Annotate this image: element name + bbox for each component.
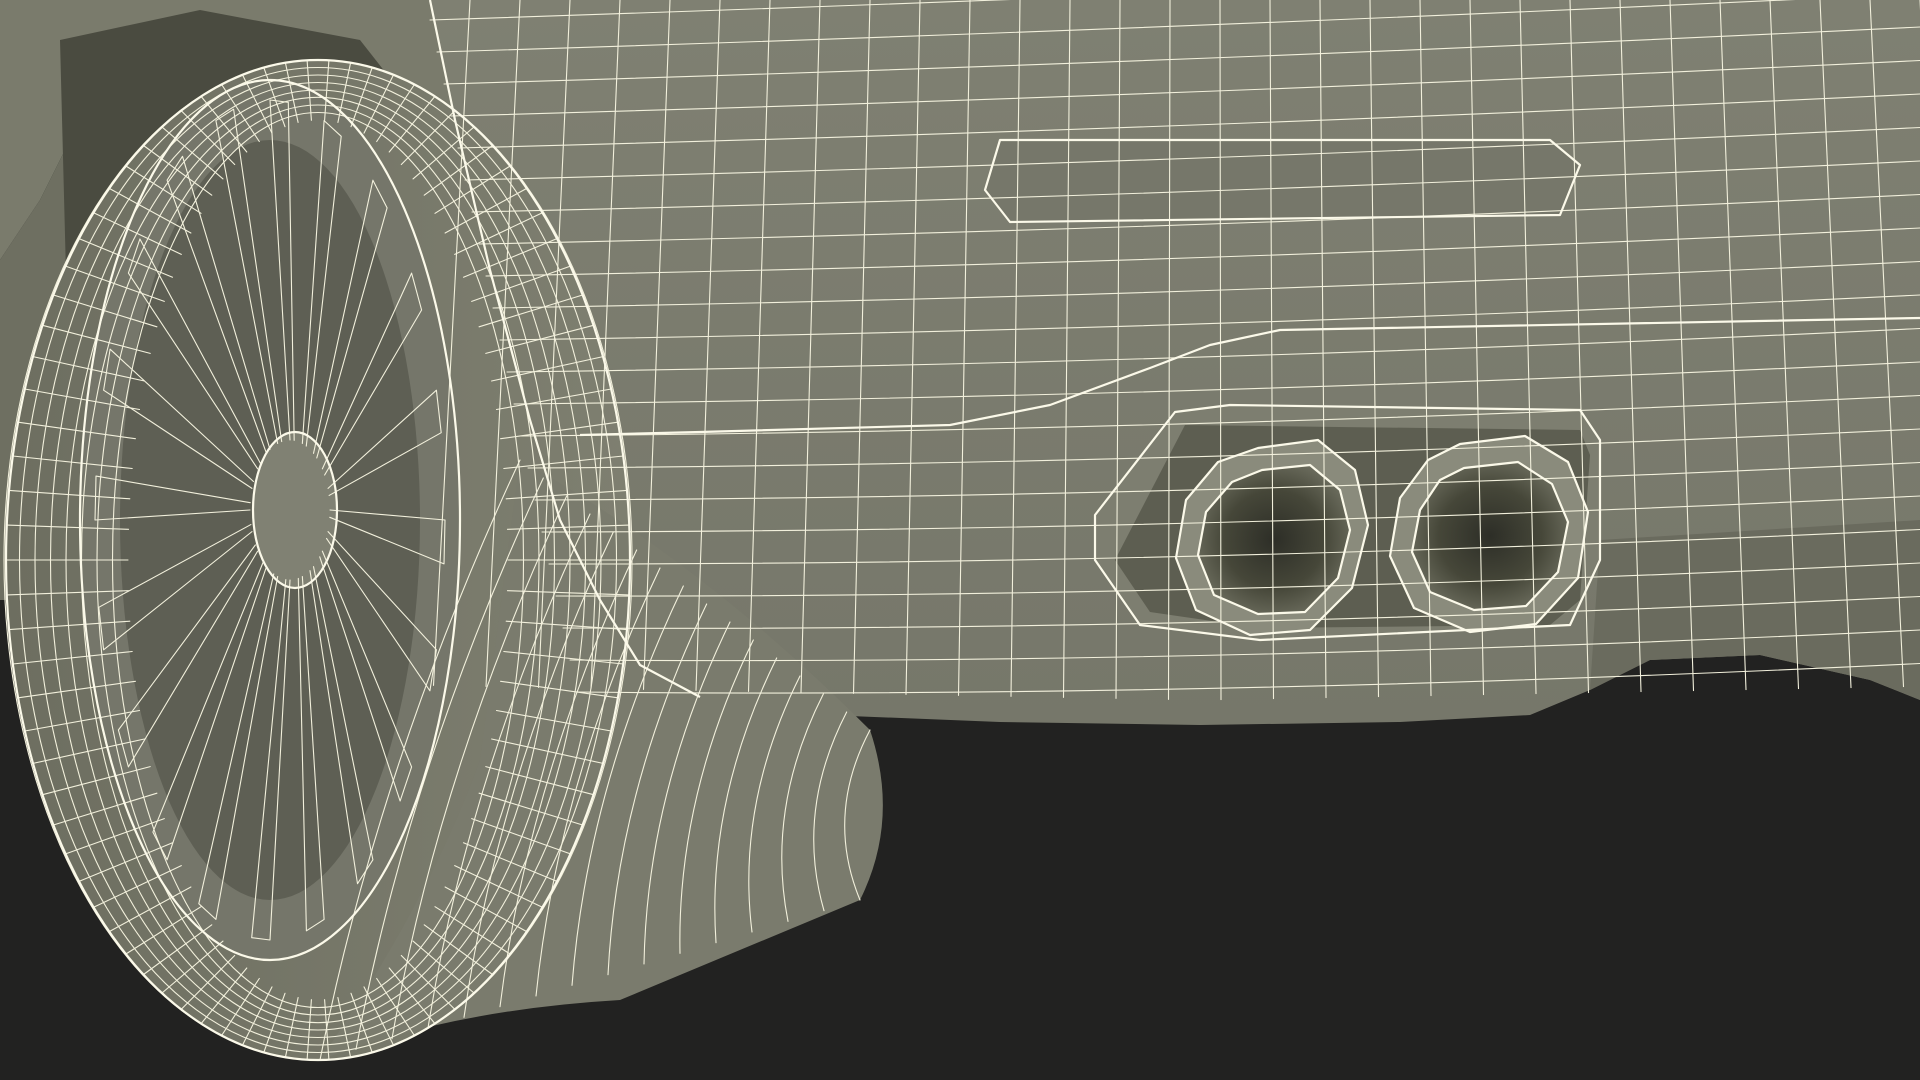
- render-viewport: [0, 0, 1920, 1080]
- rear-reflector: [985, 140, 1580, 222]
- wireframe-render: [0, 0, 1920, 1080]
